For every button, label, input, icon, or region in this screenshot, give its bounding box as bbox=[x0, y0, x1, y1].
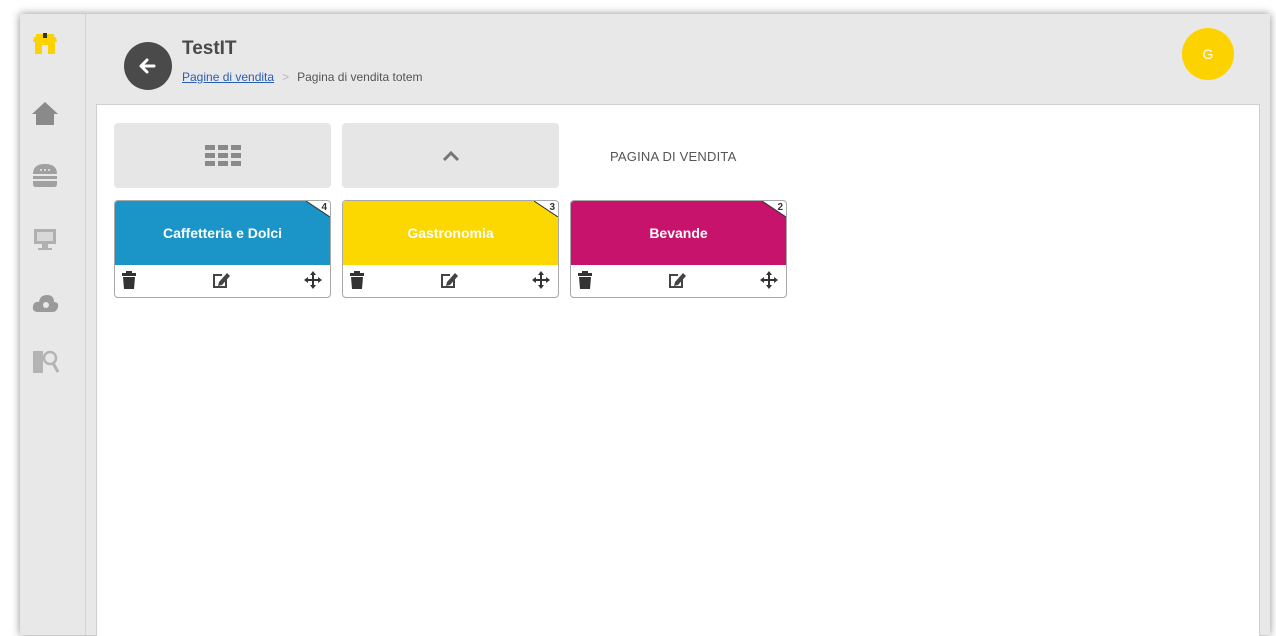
avatar[interactable]: G bbox=[1182, 28, 1234, 80]
search-user-icon[interactable] bbox=[30, 346, 60, 376]
tile-actions bbox=[343, 265, 558, 297]
trash-icon[interactable] bbox=[119, 270, 139, 290]
back-button[interactable] bbox=[124, 42, 172, 90]
tile-label: Bevande bbox=[649, 225, 708, 241]
tile-actions bbox=[571, 265, 786, 297]
chevron-up-icon bbox=[442, 150, 459, 161]
tile-bevande: Bevande 2 bbox=[570, 200, 787, 298]
grid-icon bbox=[204, 144, 241, 166]
burger-icon[interactable] bbox=[30, 160, 60, 190]
monitor-icon[interactable] bbox=[30, 224, 60, 254]
move-icon[interactable] bbox=[531, 270, 551, 290]
breadcrumb-separator-icon: > bbox=[282, 70, 290, 84]
header: TestIT Pagine di vendita > Pagina di vendi… bbox=[86, 14, 1270, 96]
sidebar bbox=[20, 14, 86, 635]
tile-button[interactable]: Caffetteria e Dolci 4 bbox=[115, 201, 330, 265]
grid-button[interactable] bbox=[114, 123, 331, 188]
tile-button[interactable]: Bevande 2 bbox=[571, 201, 786, 265]
breadcrumb-current: Pagina di vendita totem bbox=[297, 70, 423, 84]
tile-label: Caffetteria e Dolci bbox=[162, 225, 283, 241]
move-icon[interactable] bbox=[759, 270, 779, 290]
app-window: TestIT Pagine di vendita > Pagina di vendi… bbox=[20, 14, 1270, 636]
tile-actions bbox=[115, 265, 330, 297]
tile-button[interactable]: Gastronomia 3 bbox=[343, 201, 558, 265]
screen: TestIT Pagine di vendita > Pagina di vendi… bbox=[0, 0, 1276, 636]
tile-gastronomia: Gastronomia 3 bbox=[342, 200, 559, 298]
page-title: TestIT bbox=[182, 38, 237, 59]
move-icon[interactable] bbox=[303, 270, 323, 290]
breadcrumb: Pagine di vendita > Pagina di vendita tote… bbox=[182, 70, 423, 84]
trash-icon[interactable] bbox=[347, 270, 367, 290]
up-button[interactable] bbox=[342, 123, 559, 188]
edit-icon[interactable] bbox=[439, 270, 459, 290]
tile-caffetteria: Caffetteria e Dolci 4 bbox=[114, 200, 331, 298]
tile-count: 2 bbox=[777, 202, 783, 213]
edit-icon[interactable] bbox=[211, 270, 231, 290]
page-label: PAGINA DI VENDITA bbox=[610, 149, 737, 164]
tile-count: 3 bbox=[549, 202, 555, 213]
breadcrumb-link-pagine[interactable]: Pagine di vendita bbox=[182, 70, 274, 84]
home-icon[interactable] bbox=[30, 98, 60, 128]
tile-label: Gastronomia bbox=[407, 225, 494, 241]
tile-count: 4 bbox=[321, 202, 327, 213]
arrow-left-icon bbox=[139, 58, 156, 74]
edit-icon[interactable] bbox=[667, 270, 687, 290]
main-content: PAGINA DI VENDITA Caffetteria e Dolci 4 bbox=[96, 104, 1260, 636]
cloud-icon[interactable] bbox=[30, 288, 60, 318]
store-icon[interactable] bbox=[30, 30, 60, 60]
trash-icon[interactable] bbox=[575, 270, 595, 290]
